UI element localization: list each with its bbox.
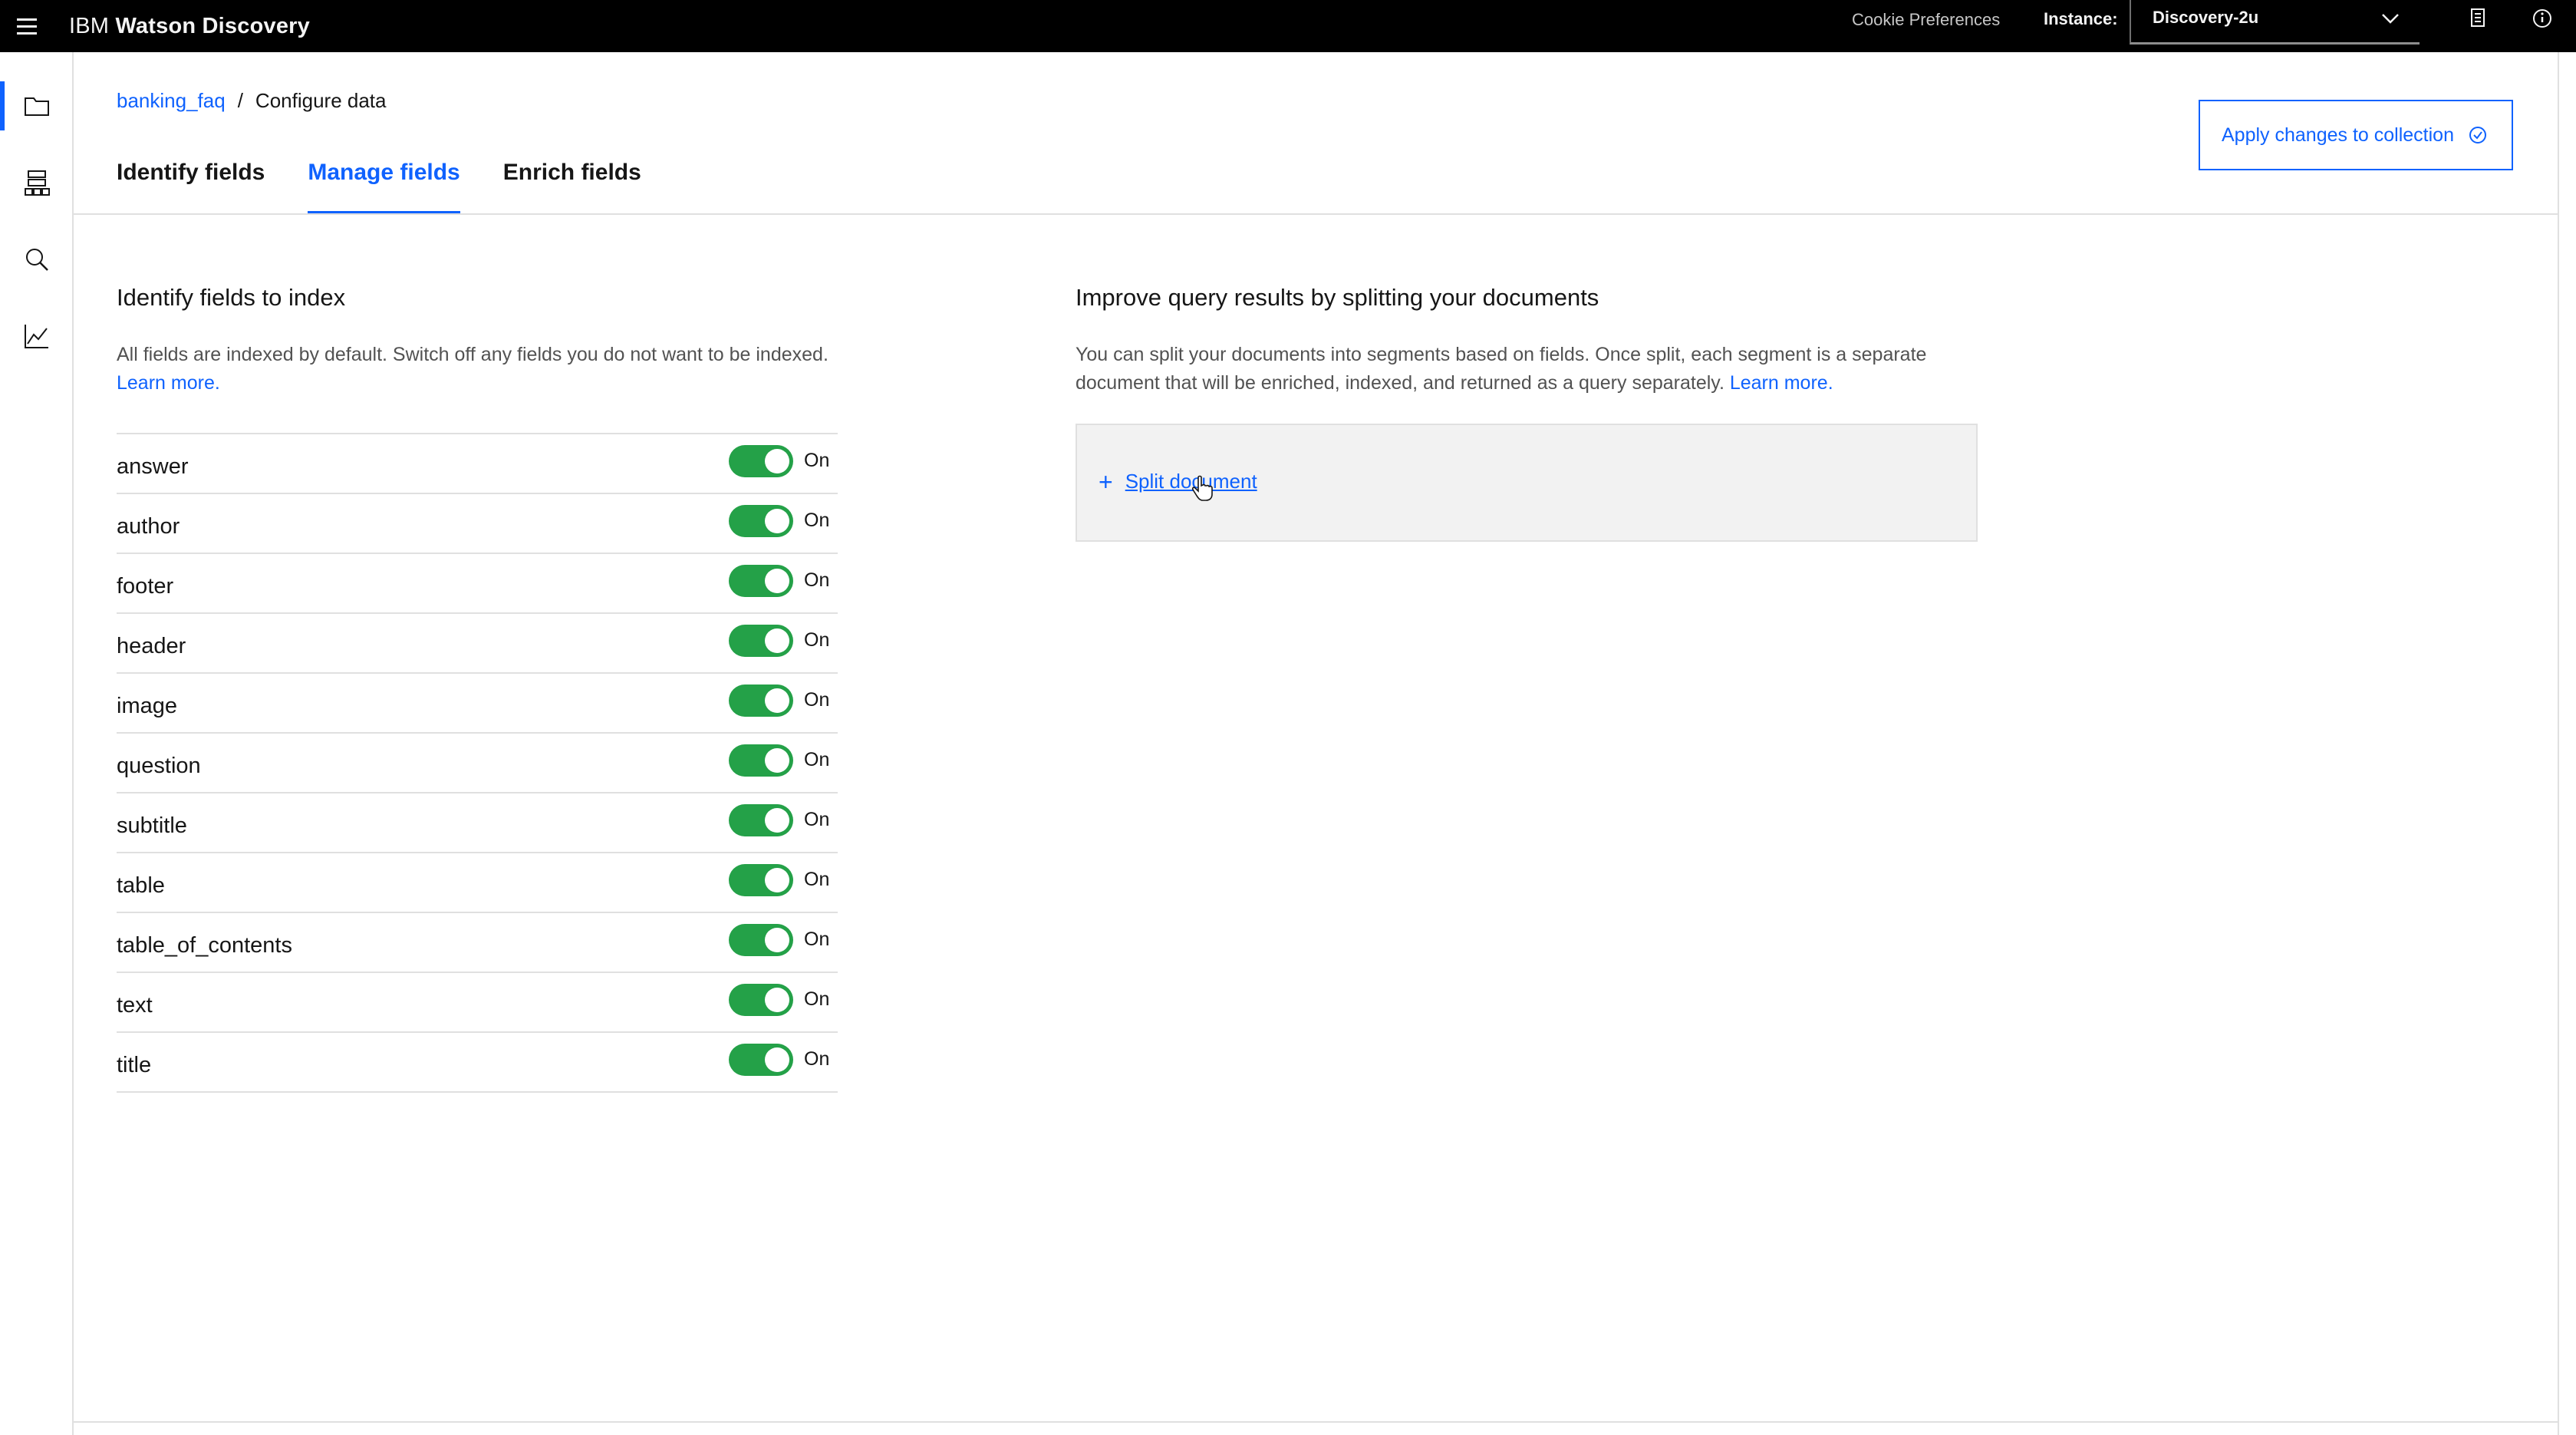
- toggle-state: On: [804, 450, 830, 471]
- field-name: answer: [117, 454, 189, 479]
- fields-description-text: All fields are indexed by default. Switc…: [117, 344, 828, 365]
- learn-more-link[interactable]: Learn more.: [117, 372, 220, 394]
- product-name: IBM Watson Discovery: [69, 0, 310, 52]
- brand-product: Watson Discovery: [115, 14, 310, 38]
- split-documents-description: You can split your documents into segmen…: [1076, 341, 1978, 398]
- search-icon: [26, 249, 48, 271]
- field-name: subtitle: [117, 813, 187, 838]
- tab-manage-fields[interactable]: Manage fields: [308, 153, 461, 215]
- rail-item-search[interactable]: [0, 223, 74, 296]
- split-learn-more-link[interactable]: Learn more.: [1730, 372, 1833, 394]
- breadcrumb: banking_faq / Configure data: [117, 89, 386, 113]
- checkmark-outline-icon: [2469, 127, 2486, 144]
- field-row: answer On: [117, 434, 838, 494]
- field-list: answer On author On footer On header On …: [117, 433, 838, 1093]
- fields-to-index-title: Identify fields to index: [117, 284, 346, 311]
- breadcrumb-collection-link[interactable]: banking_faq: [117, 89, 226, 113]
- toggle-state: On: [804, 869, 830, 890]
- field-row: text On: [117, 973, 838, 1033]
- index-toggle[interactable]: [729, 744, 793, 777]
- field-row: question On: [117, 734, 838, 793]
- index-toggle[interactable]: [729, 984, 793, 1016]
- toggle-state: On: [804, 988, 830, 1010]
- index-toggle[interactable]: [729, 1044, 793, 1076]
- help-icon[interactable]: [2527, 5, 2558, 35]
- toggle-state: On: [804, 749, 830, 770]
- split-documents-panel: Improve query results by splitting your …: [1076, 284, 1978, 542]
- field-name: question: [117, 754, 201, 778]
- brand-prefix: IBM: [69, 14, 110, 38]
- tree-icon: [25, 170, 50, 196]
- breadcrumb-separator: /: [237, 89, 243, 112]
- field-row: table On: [117, 853, 838, 913]
- field-name: text: [117, 993, 153, 1018]
- field-name: header: [117, 634, 186, 658]
- toggle-state: On: [804, 569, 830, 591]
- field-name: author: [117, 514, 180, 539]
- top-header: IBM Watson Discovery Cookie Preferences …: [0, 0, 2576, 52]
- field-name: table: [117, 873, 165, 898]
- content-bottom-border: [74, 1421, 2559, 1423]
- index-toggle[interactable]: [729, 565, 793, 597]
- fields-to-index-description: All fields are indexed by default. Switc…: [117, 341, 838, 398]
- index-toggle[interactable]: [729, 625, 793, 657]
- pointer-cursor-icon: [1191, 475, 1213, 501]
- rail-item-projects[interactable]: [0, 69, 74, 143]
- field-row: title On: [117, 1033, 838, 1093]
- folder-icon: [25, 97, 49, 116]
- chart-icon: [25, 325, 48, 348]
- split-document-button[interactable]: + Split document: [1099, 467, 1257, 496]
- breadcrumb-current: Configure data: [255, 89, 387, 112]
- apply-changes-label: Apply changes to collection: [2222, 124, 2454, 146]
- add-icon: +: [1099, 467, 1113, 496]
- tab-enrich-fields[interactable]: Enrich fields: [503, 153, 641, 215]
- toggle-state: On: [804, 809, 830, 830]
- toggle-state: On: [804, 510, 830, 531]
- field-name: table_of_contents: [117, 933, 292, 958]
- apply-changes-button[interactable]: Apply changes to collection: [2199, 100, 2513, 170]
- field-row: author On: [117, 494, 838, 554]
- left-nav-rail: [0, 52, 74, 1435]
- field-row: header On: [117, 614, 838, 674]
- index-toggle[interactable]: [729, 864, 793, 896]
- configure-tabs: Identify fields Manage fields Enrich fie…: [117, 153, 641, 215]
- rail-item-data-tree[interactable]: [0, 146, 74, 219]
- field-row: image On: [117, 674, 838, 734]
- field-name: title: [117, 1053, 152, 1077]
- index-toggle[interactable]: [729, 685, 793, 717]
- index-toggle[interactable]: [729, 445, 793, 477]
- instance-dropdown[interactable]: Discovery-2u: [2130, 0, 2420, 45]
- tab-identify-fields[interactable]: Identify fields: [117, 153, 265, 215]
- fields-to-index-panel: Identify fields to index All fields are …: [117, 284, 838, 1093]
- cookie-preferences-link[interactable]: Cookie Preferences: [1852, 0, 2000, 52]
- field-name: footer: [117, 574, 174, 599]
- instance-value: Discovery-2u: [2153, 8, 2259, 27]
- toggle-state: On: [804, 929, 830, 950]
- field-row: footer On: [117, 554, 838, 614]
- index-toggle[interactable]: [729, 924, 793, 956]
- toggle-state: On: [804, 689, 830, 711]
- document-icon[interactable]: [2462, 5, 2493, 35]
- instance-label: Instance:: [2044, 9, 2118, 28]
- index-toggle[interactable]: [729, 804, 793, 836]
- chevron-down-icon: [2382, 14, 2399, 24]
- field-name: image: [117, 694, 177, 718]
- field-row: subtitle On: [117, 793, 838, 853]
- split-document-tile: + Split document: [1076, 424, 1978, 542]
- content-right-border: [2558, 52, 2559, 1435]
- split-documents-title: Improve query results by splitting your …: [1076, 284, 1599, 311]
- toggle-state: On: [804, 629, 830, 651]
- rail-item-analytics[interactable]: [0, 299, 74, 373]
- index-toggle[interactable]: [729, 505, 793, 537]
- tabs-divider: [74, 213, 2559, 215]
- field-row: table_of_contents On: [117, 913, 838, 973]
- toggle-state: On: [804, 1048, 830, 1070]
- menu-icon[interactable]: [17, 11, 41, 41]
